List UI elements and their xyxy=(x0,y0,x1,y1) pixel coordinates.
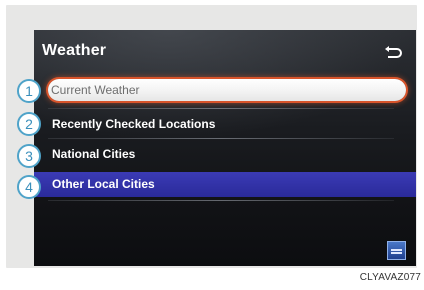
menu-divider xyxy=(48,138,394,139)
menu-item-label: Other Local Cities xyxy=(52,177,155,191)
menu-item-national-cities[interactable]: National Cities xyxy=(46,143,410,165)
callout-3: 3 xyxy=(17,144,41,168)
menu-item-label: National Cities xyxy=(52,147,136,161)
figure-code: CLYAVAZ077 xyxy=(359,272,421,283)
back-button[interactable] xyxy=(384,45,402,58)
return-arrow-icon xyxy=(385,46,402,58)
menu-item-current-weather[interactable]: Current Weather xyxy=(48,79,406,101)
callout-4: 4 xyxy=(17,175,41,199)
callout-2: 2 xyxy=(17,112,41,136)
menu-item-label: Recently Checked Locations xyxy=(52,117,216,131)
menu-item-label: Current Weather xyxy=(51,83,140,97)
menu-divider xyxy=(48,108,394,109)
provider-logo-icon xyxy=(387,241,406,260)
menu-item-recently-checked-locations[interactable]: Recently Checked Locations xyxy=(46,113,410,135)
menu-divider xyxy=(48,200,394,201)
screen-title: Weather xyxy=(42,42,107,59)
callout-1: 1 xyxy=(17,79,41,103)
menu-item-other-local-cities[interactable]: Other Local Cities xyxy=(34,172,416,197)
weather-screen: Weather Current Weather Recently Checked… xyxy=(34,30,416,266)
